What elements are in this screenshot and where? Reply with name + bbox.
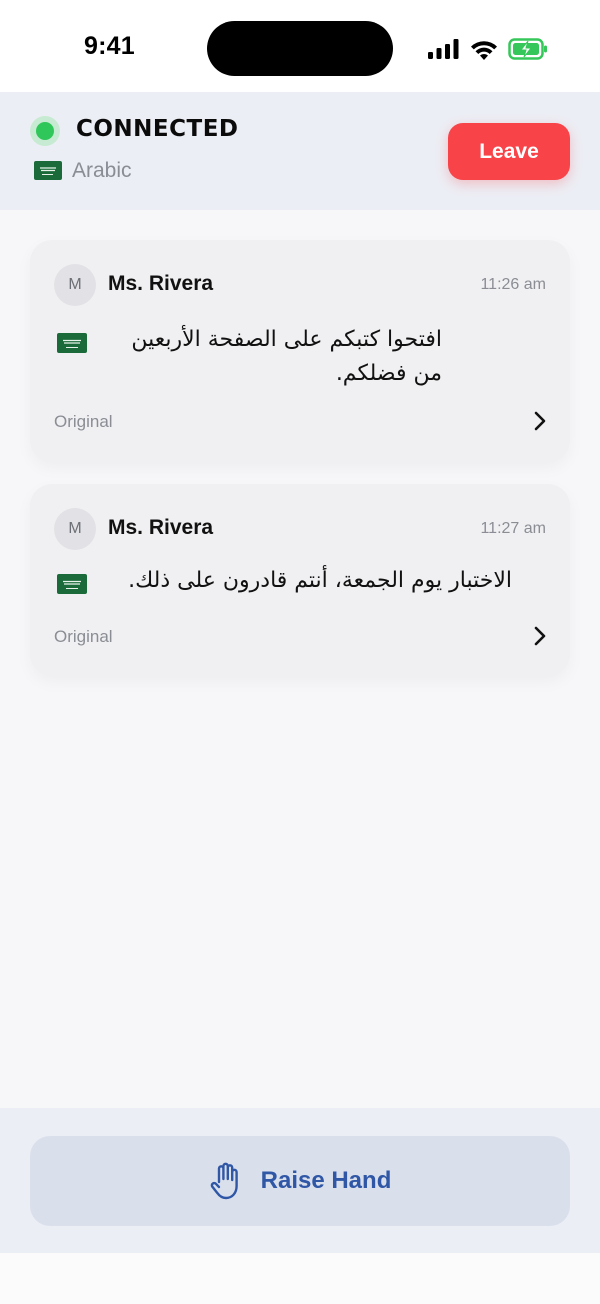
chevron-right-icon[interactable] xyxy=(532,625,548,647)
status-time: 9:41 xyxy=(84,32,135,60)
sender-name: Ms. Rivera xyxy=(108,272,214,295)
language-label: Arabic xyxy=(72,159,132,182)
message-text: الاختبار يوم الجمعة، أنتم قادرون على ذلك… xyxy=(128,568,512,593)
status-icons xyxy=(428,36,548,62)
sender-name: Ms. Rivera xyxy=(108,516,214,539)
cellular-signal-icon xyxy=(428,39,459,59)
message-card[interactable]: M Ms. Rivera 11:27 am الاختبار يوم الجمع… xyxy=(30,484,570,676)
status-bar: 9:41 xyxy=(0,0,600,92)
message-timestamp: 11:26 am xyxy=(480,276,546,293)
wifi-icon xyxy=(471,40,497,60)
message-text: افتحوا كتبكم على الصفحة الأربعين من فضلك… xyxy=(131,327,442,386)
saudi-arabia-flag-icon xyxy=(57,333,87,353)
dynamic-island xyxy=(207,21,393,76)
avatar: M xyxy=(54,508,96,550)
hand-icon xyxy=(210,1162,238,1200)
original-toggle-label[interactable]: Original xyxy=(54,412,113,432)
original-toggle-label[interactable]: Original xyxy=(54,627,113,647)
leave-button[interactable]: Leave xyxy=(448,123,570,180)
chevron-right-icon[interactable] xyxy=(532,410,548,432)
raise-hand-label: Raise Hand xyxy=(260,1167,392,1194)
battery-charging-icon xyxy=(508,38,547,60)
message-card[interactable]: M Ms. Rivera 11:26 am افتحوا كتبكم على ا… xyxy=(30,240,570,462)
saudi-arabia-flag-icon xyxy=(57,574,87,594)
connection-status-label: CONNECTED xyxy=(76,116,239,142)
home-indicator-area xyxy=(0,1253,600,1304)
saudi-arabia-flag-icon xyxy=(34,161,62,180)
raise-hand-button[interactable]: Raise Hand xyxy=(30,1136,570,1226)
avatar: M xyxy=(54,264,96,306)
message-timestamp: 11:27 am xyxy=(480,520,546,537)
connection-status-dot xyxy=(36,122,54,140)
